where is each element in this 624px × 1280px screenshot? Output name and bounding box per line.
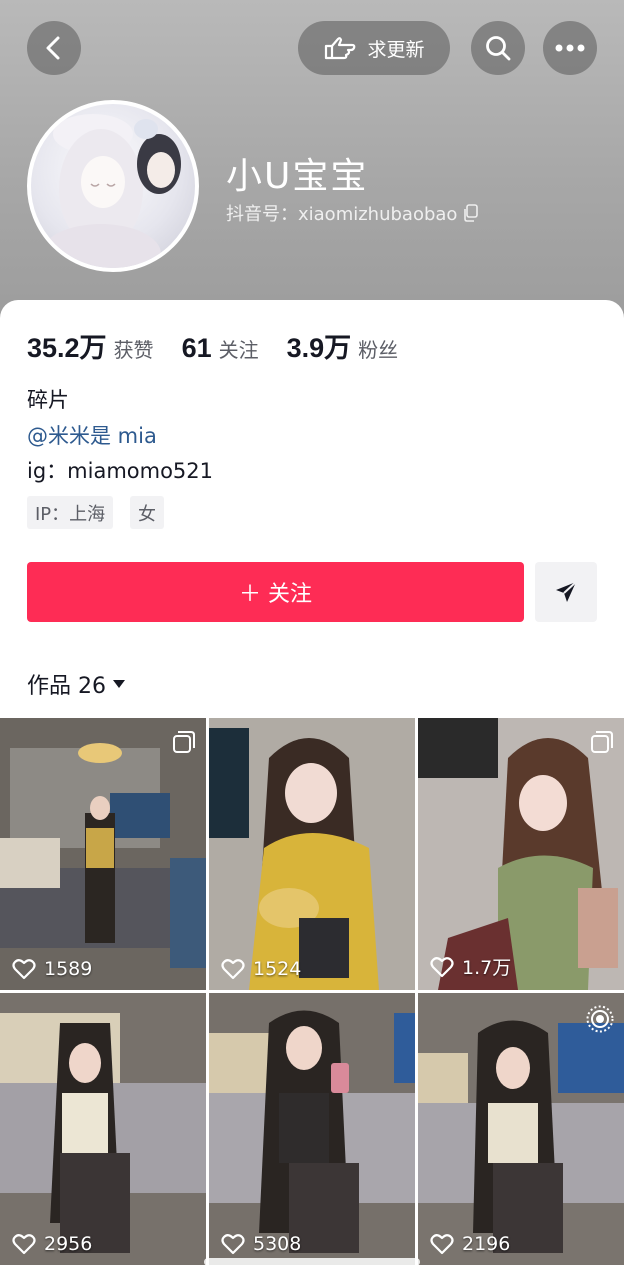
send-icon [556,581,577,602]
likes-label: 获赞 [113,338,154,362]
like-count-value: 2196 [462,1233,511,1255]
like-count-value: 1524 [253,958,302,980]
more-dots-icon [555,44,585,52]
gender-tag: 女 [130,496,164,529]
caret-down-icon [113,680,125,688]
back-button[interactable] [27,21,81,75]
video-thumbnail[interactable]: 1524 [209,718,415,990]
bio-line: 碎片 [27,388,69,412]
avatar[interactable] [27,100,199,272]
like-count: 2196 [430,1233,510,1255]
thumbnail-image [209,993,415,1265]
works-tab[interactable]: 作品 26 [27,668,126,700]
following-label[interactable]: 关注 [219,334,259,363]
more-button[interactable] [543,21,597,75]
search-button[interactable] [471,21,525,75]
heart-icon [12,959,36,980]
following-count[interactable]: 61 [182,333,212,364]
request-update-label: 求更新 [367,38,425,61]
followers-label[interactable]: 粉丝 [358,334,398,363]
thumbnail-image [418,993,624,1265]
heart-icon [221,959,245,980]
like-count-value: 1589 [44,958,93,980]
heart-icon [221,1234,245,1255]
bio-instagram: ig：miamomo521 [27,459,214,483]
video-thumbnail[interactable]: 1.7万 [418,718,624,990]
handle-text: 抖音号：xiaomizhubaobao [226,204,458,225]
like-count: 5308 [221,1233,301,1255]
like-count: 2956 [12,1233,92,1255]
like-count: 1589 [12,958,92,980]
heart-icon [12,1234,36,1255]
request-update-button[interactable]: 求更新 [298,21,450,75]
thumbnail-image [418,718,624,990]
like-count: 1.7万 [430,953,511,980]
video-thumbnail[interactable]: 5308 [209,993,415,1265]
follow-button[interactable]: ＋ 关注 [27,562,524,622]
like-count-value: 5308 [253,1233,302,1255]
chevron-left-icon [46,36,60,60]
like-count-value: 2956 [44,1233,93,1255]
thumbnail-image [209,718,415,990]
profile-name: 小U宝宝 [226,156,369,197]
works-tab-label: 作品 26 [27,674,106,699]
thumbnail-image [0,718,206,990]
share-button[interactable] [535,562,597,622]
multi-image-icon [173,731,195,753]
live-photo-icon [586,1005,614,1033]
like-count: 1524 [221,958,301,980]
heart-icon [430,956,454,977]
video-thumbnail[interactable]: 1589 [0,718,206,990]
pointing-hand-icon [325,37,356,60]
likes-count: 35.2万 [27,333,107,363]
video-thumbnail[interactable]: 2956 [0,993,206,1265]
ip-location-tag: IP：上海 [27,496,114,529]
avatar-illustration [41,114,181,268]
search-icon [486,36,511,61]
thumbnail-image [0,993,206,1265]
like-count-value: 1.7万 [462,957,512,979]
multi-image-icon [591,731,613,753]
bio-mention-link[interactable]: @米米是 mia [27,420,157,450]
home-indicator[interactable] [204,1258,420,1266]
heart-icon [430,1234,454,1255]
profile-handle: 抖音号：xiaomizhubaobao [226,200,479,226]
video-thumbnail[interactable]: 2196 [418,993,624,1265]
followers-count[interactable]: 3.9万 [287,326,352,365]
copy-icon[interactable] [463,204,479,222]
profile-stats: 35.2万 获赞 61 关注 3.9万 粉丝 [27,326,426,365]
